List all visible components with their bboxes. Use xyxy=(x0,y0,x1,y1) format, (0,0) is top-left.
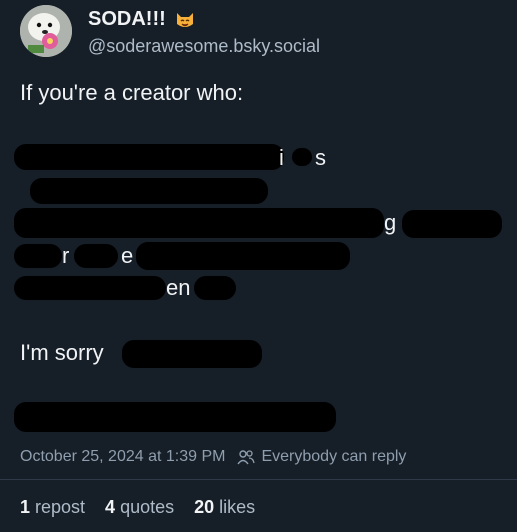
redaction-bar xyxy=(194,276,236,300)
divider xyxy=(0,479,517,480)
likes-stat[interactable]: 20 likes xyxy=(194,497,255,518)
text-fragment: r xyxy=(62,243,70,268)
redaction-bar xyxy=(14,208,384,238)
engagement-stats: 1 repost 4 quotes 20 likes xyxy=(20,497,255,518)
reposts-label: repost xyxy=(35,497,86,517)
author-handle[interactable]: @soderawesome.bsky.social xyxy=(88,36,320,57)
reply-setting[interactable]: Everybody can reply xyxy=(237,448,406,466)
likes-label: likes xyxy=(219,497,256,517)
likes-count: 20 xyxy=(194,497,220,517)
avatar-image xyxy=(20,5,72,57)
avatar[interactable] xyxy=(20,5,72,57)
post-text-sorry: I'm sorry xyxy=(20,340,104,365)
smiling-cat-icon xyxy=(174,9,196,31)
redaction-bar xyxy=(402,210,502,238)
redaction-bar xyxy=(14,402,336,432)
author-display-name[interactable]: SODA!!! xyxy=(88,8,196,31)
reposts-count: 1 xyxy=(20,497,36,517)
quotes-label: quotes xyxy=(120,497,175,517)
redaction-bar xyxy=(74,244,118,268)
text-fragment: g xyxy=(384,210,397,235)
redaction-bar xyxy=(30,178,268,204)
text-fragment: e xyxy=(121,243,134,268)
reposts-stat[interactable]: 1 repost xyxy=(20,497,85,518)
reply-setting-label: Everybody can reply xyxy=(261,448,407,465)
redaction-bar xyxy=(14,144,284,170)
text-fragment: i xyxy=(279,145,284,170)
redaction-bar xyxy=(122,340,262,368)
post-text-line1: If you're a creator who: xyxy=(20,80,244,105)
quotes-stat[interactable]: 4 quotes xyxy=(105,497,174,518)
people-icon xyxy=(237,450,256,465)
redaction-bar xyxy=(14,244,62,268)
quotes-count: 4 xyxy=(105,497,121,517)
redaction-bar xyxy=(136,242,350,270)
text-fragment: s xyxy=(315,145,326,170)
post-timestamp[interactable]: October 25, 2024 at 1:39 PM xyxy=(20,448,225,466)
redaction-bar xyxy=(14,276,166,300)
redaction-bar xyxy=(292,148,312,166)
post-meta: October 25, 2024 at 1:39 PM Everybody ca… xyxy=(20,448,406,466)
text-fragment: en xyxy=(166,275,191,300)
